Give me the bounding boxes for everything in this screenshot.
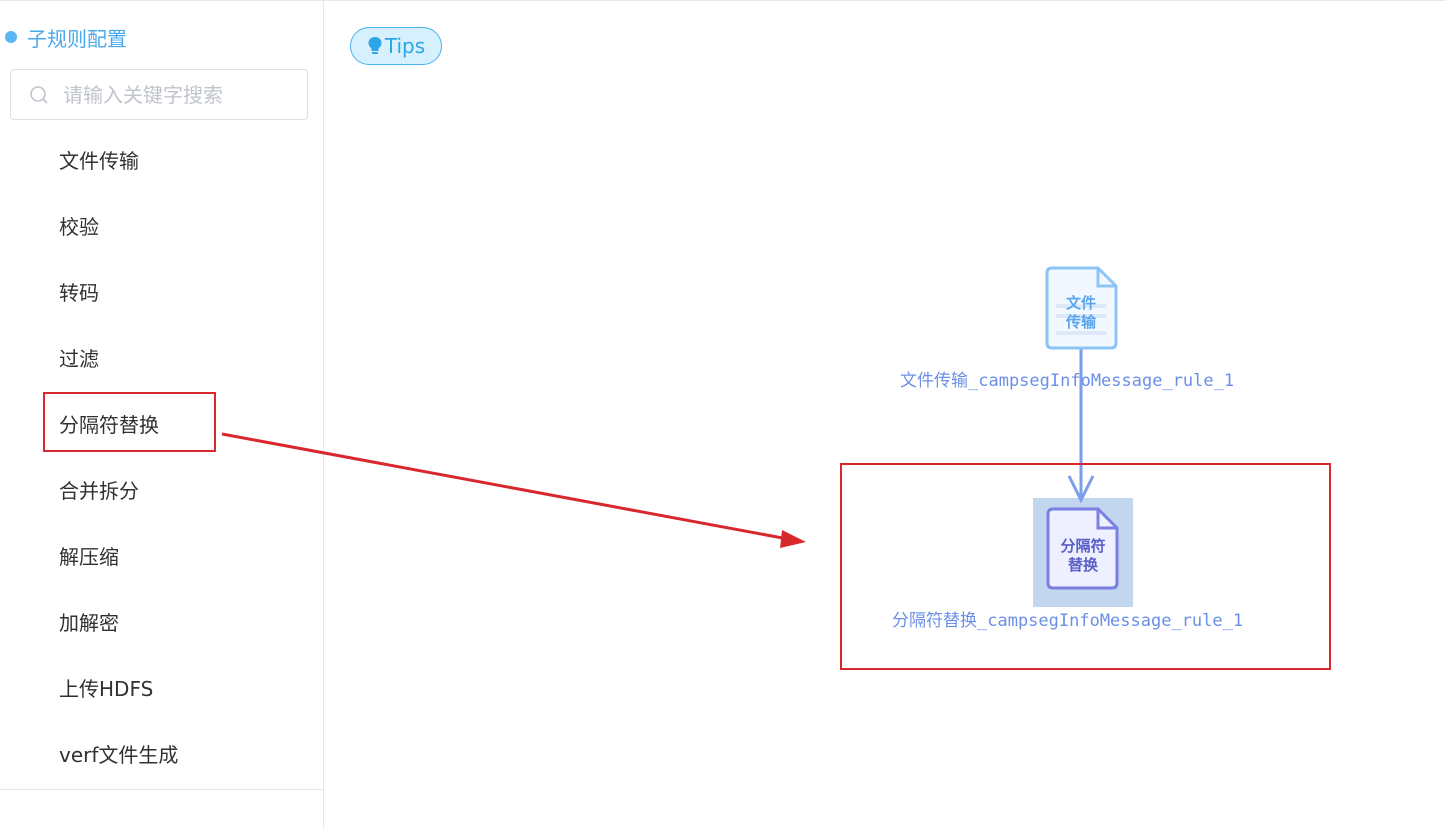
annotation-highlight-node (840, 463, 1331, 670)
flow-canvas (1045, 266, 1119, 590)
node-1-label[interactable]: 文件传输_campsegInfoMessage_rule_1 (900, 366, 1234, 391)
node-1-icon-text: 文件 传输 (1050, 294, 1112, 332)
node-1-icon-line2: 传输 (1065, 313, 1096, 331)
node-1-icon-line1: 文件 (1065, 294, 1096, 312)
